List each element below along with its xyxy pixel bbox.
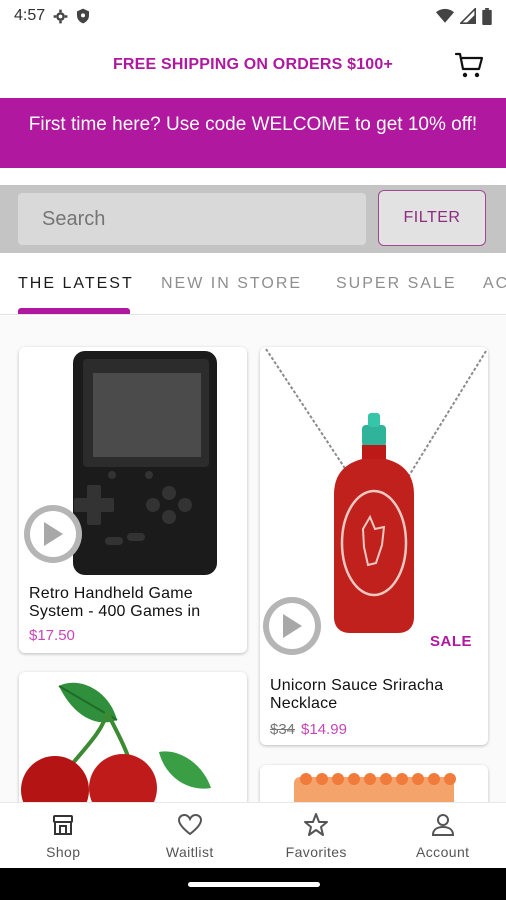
home-gesture-handle[interactable] xyxy=(188,882,320,887)
product-grid: Retro Handheld Game System - 400 Games i… xyxy=(0,316,506,802)
sale-badge: SALE xyxy=(430,633,473,650)
filter-button[interactable]: FILTER xyxy=(378,190,486,246)
search-input[interactable] xyxy=(18,193,366,245)
gear-icon xyxy=(53,9,68,23)
tab-ac[interactable]: AC xyxy=(483,275,506,293)
price-value: $17.50 xyxy=(29,627,75,644)
nav-label: Waitlist xyxy=(165,843,214,860)
battery-icon xyxy=(482,7,492,25)
product-card-orange[interactable] xyxy=(260,765,488,802)
nav-account[interactable]: Account xyxy=(380,803,506,868)
category-tabs: THE LATEST NEW IN STORE SUPER SALE AC xyxy=(0,253,506,315)
cart-button[interactable] xyxy=(454,50,484,80)
product-image xyxy=(19,347,247,575)
system-gesture-bar xyxy=(0,868,506,900)
product-price: $17.50 xyxy=(19,627,247,644)
status-bar: 4:57 xyxy=(0,0,506,32)
cart-icon xyxy=(454,52,484,78)
orange-product-image xyxy=(294,773,456,802)
cherries-image xyxy=(21,682,211,802)
product-title: Unicorn Sauce Sriracha Necklace xyxy=(270,677,444,712)
play-video-button[interactable] xyxy=(263,597,321,655)
tab-super-sale[interactable]: SUPER SALE xyxy=(336,275,456,293)
product-card-retro-handheld[interactable]: Retro Handheld Game System - 400 Games i… xyxy=(19,347,247,653)
heart-icon xyxy=(177,813,202,835)
shield-icon xyxy=(77,8,90,24)
product-image: SALE xyxy=(260,347,488,665)
nav-label: Favorites xyxy=(285,843,347,860)
shipping-header: FREE SHIPPING ON ORDERS $100+ xyxy=(0,32,506,98)
play-icon xyxy=(283,614,302,638)
nav-shop[interactable]: Shop xyxy=(0,803,127,868)
play-video-button[interactable] xyxy=(24,505,82,563)
signal-icon xyxy=(460,8,476,24)
tab-new-in-store[interactable]: NEW IN STORE xyxy=(161,275,302,293)
nav-label: Account xyxy=(416,843,470,860)
free-shipping-text: FREE SHIPPING ON ORDERS $100+ xyxy=(112,56,394,73)
active-tab-indicator xyxy=(18,308,130,314)
bottom-nav: Shop Waitlist Favorites Account xyxy=(0,802,506,868)
sale-price: $14.99 xyxy=(301,721,347,738)
nav-favorites[interactable]: Favorites xyxy=(253,803,380,868)
promo-text: First time here? Use code WELCOME to get… xyxy=(28,114,478,135)
product-price: $34 $14.99 xyxy=(260,721,488,738)
status-time: 4:57 xyxy=(14,7,46,24)
tab-the-latest[interactable]: THE LATEST xyxy=(18,275,134,293)
search-bar: FILTER xyxy=(0,185,506,253)
nav-label: Shop xyxy=(46,843,81,860)
nav-waitlist[interactable]: Waitlist xyxy=(127,803,254,868)
play-icon xyxy=(44,522,63,546)
star-icon xyxy=(304,812,329,836)
account-icon xyxy=(431,813,454,836)
product-title: Retro Handheld Game System - 400 Games i… xyxy=(29,585,201,620)
wifi-icon xyxy=(436,8,454,23)
product-card-sriracha-necklace[interactable]: SALE Unicorn Sauce Sriracha Necklace $34… xyxy=(260,347,488,745)
product-card-cherries[interactable] xyxy=(19,672,247,802)
promo-banner: First time here? Use code WELCOME to get… xyxy=(0,98,506,168)
store-icon xyxy=(53,814,74,835)
original-price: $34 xyxy=(270,721,296,738)
